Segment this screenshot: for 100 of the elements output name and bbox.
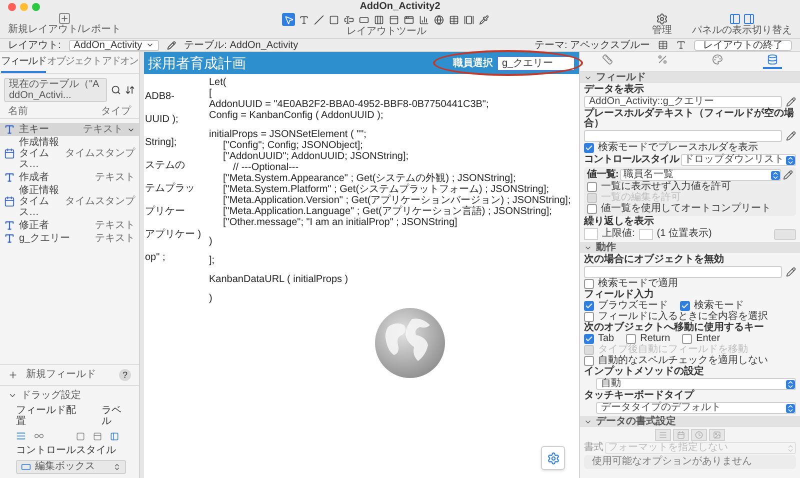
clipped-text: プリケー <box>145 206 186 217</box>
label-top-icon[interactable] <box>93 432 102 440</box>
slide-icon <box>464 14 474 24</box>
field-label: コントロールスタイル <box>15 445 117 456</box>
layout-dropdown[interactable]: AddOn_Activity <box>68 40 160 50</box>
text-field[interactable]: AddOn_Activity::g_クエリー <box>584 96 782 108</box>
column-header: タイプ <box>101 106 131 118</box>
shape-tool[interactable] <box>327 13 340 26</box>
exit-layout-button[interactable]: レイアウトの終了 <box>694 40 792 50</box>
checkbox[interactable] <box>682 334 692 344</box>
edit-icon[interactable] <box>783 170 793 180</box>
checkbox[interactable] <box>587 204 597 214</box>
field-name: 作成者 <box>19 172 50 183</box>
section-header[interactable]: 動作 <box>580 242 800 253</box>
section-header[interactable]: データの書式設定 <box>580 416 800 427</box>
drag-settings-toggle[interactable]: ドラッグ設定 <box>8 390 131 401</box>
table-dropdown[interactable]: 現在のテーブル（"AddOn_Activi... <box>4 78 107 102</box>
line-tool[interactable] <box>312 13 326 26</box>
checkbox-label: Tab <box>598 334 614 344</box>
help-button[interactable]: ? <box>119 369 131 381</box>
edit-icon[interactable] <box>167 40 176 50</box>
field-row[interactable]: 作成者 テキスト <box>0 171 139 184</box>
search-icon[interactable] <box>111 85 121 95</box>
eyedropper-tool[interactable] <box>477 13 490 26</box>
checkbox[interactable] <box>584 356 594 366</box>
field-row[interactable]: 修正情報タイムス… タイムスタンプ <box>0 184 139 219</box>
text-field[interactable] <box>584 266 782 278</box>
shape-icon <box>328 14 339 24</box>
buttonbar-tool[interactable] <box>372 13 386 26</box>
checkbox[interactable] <box>587 182 597 192</box>
settings-button[interactable] <box>541 446 565 470</box>
horizontal-placement-icon[interactable] <box>34 431 44 441</box>
field-row[interactable]: 主キー テキスト <box>0 123 139 136</box>
sort-icon[interactable] <box>125 85 135 95</box>
panel-toggle-button[interactable]: パネルの表示切り替え <box>692 13 792 36</box>
manage-button[interactable]: 管理 <box>652 13 672 36</box>
format-button[interactable] <box>673 429 689 441</box>
dropdown[interactable]: 職員名一覧 <box>620 169 781 181</box>
plus-icon <box>58 13 70 24</box>
section-header[interactable]: フィールド <box>580 72 800 83</box>
eyedropper-icon <box>478 14 489 24</box>
webviewer-tool[interactable] <box>432 13 446 26</box>
checkbox[interactable] <box>680 301 690 311</box>
checkbox[interactable] <box>584 143 594 153</box>
vertical-placement-icon[interactable] <box>16 431 26 441</box>
edit-icon[interactable] <box>786 97 796 107</box>
portal-tool[interactable] <box>447 13 460 26</box>
dropdown[interactable]: 自動 <box>596 378 796 390</box>
font-icon[interactable] <box>676 40 686 50</box>
new-layout-button[interactable]: 新規レイアウト/レポート <box>8 13 121 35</box>
edit-box-icon <box>21 462 31 472</box>
text-field[interactable] <box>584 130 782 142</box>
slide-tool[interactable] <box>462 13 476 26</box>
position-icon <box>602 54 613 65</box>
format-button[interactable] <box>691 429 707 441</box>
zoom-button[interactable] <box>32 3 40 11</box>
new-field-button[interactable]: 新規フィールド <box>8 369 96 381</box>
header-title: 採用者育成計画 <box>148 55 246 71</box>
check-icon <box>681 302 689 310</box>
popover-tool[interactable] <box>387 13 400 26</box>
edit-icon[interactable] <box>786 131 796 141</box>
field-row[interactable]: g_クエリー テキスト <box>0 232 139 245</box>
number-field[interactable] <box>584 228 598 240</box>
no-label-icon[interactable] <box>76 432 85 440</box>
label-left-icon[interactable] <box>110 432 119 440</box>
checkbox[interactable] <box>584 279 594 289</box>
number-field[interactable] <box>638 228 653 240</box>
staff-select-field[interactable]: g_クエリー <box>497 56 575 70</box>
text-type-icon <box>4 220 15 231</box>
grid-icon[interactable] <box>658 40 668 50</box>
panel-tab[interactable]: フィールド <box>1 56 46 73</box>
field-row[interactable]: 作成情報タイムス… タイムスタンプ <box>0 136 139 171</box>
code-line: Config = KanbanConfig ( AddonUUID ); <box>209 110 384 121</box>
dropdown-arrow-icon <box>786 444 795 452</box>
code-line: initialProps = JSONSetElement ( ""; <box>209 129 368 140</box>
panel-tab[interactable]: オブジェクト <box>47 56 101 73</box>
data-tab[interactable] <box>763 54 782 69</box>
code-line: ["Meta.Application.Language" ; Get(アプリケーション言語) ; JSONString]; <box>222 206 553 217</box>
dropdown[interactable]: ドロップダウンリスト <box>681 154 796 166</box>
chart-icon <box>418 14 429 24</box>
field-type: テキスト <box>95 172 135 183</box>
format-button[interactable] <box>655 429 671 441</box>
chevron-icon <box>8 391 17 400</box>
panel-tab[interactable]: アドオン <box>102 56 138 73</box>
checkbox[interactable] <box>584 312 594 322</box>
edit-icon[interactable] <box>786 267 796 277</box>
field-label: 値一覧: <box>587 170 618 180</box>
chart-tool[interactable] <box>417 13 430 26</box>
format-icon <box>659 431 667 439</box>
control-style-dropdown[interactable]: 編集ボックス <box>16 460 126 474</box>
field-label: 次のオブジェクトへ移動に使用するキー <box>584 323 765 333</box>
pointer-tool[interactable] <box>282 13 296 26</box>
checkbox[interactable] <box>626 334 636 344</box>
checkbox[interactable] <box>584 301 594 311</box>
field-row[interactable]: 修正者 テキスト <box>0 219 139 232</box>
code-line: Let( <box>209 77 228 88</box>
field-type: テキスト <box>95 233 135 244</box>
close-button[interactable] <box>8 3 16 11</box>
dropdown[interactable]: データタイプのデフォルト <box>596 402 796 414</box>
checkbox[interactable] <box>584 334 594 344</box>
